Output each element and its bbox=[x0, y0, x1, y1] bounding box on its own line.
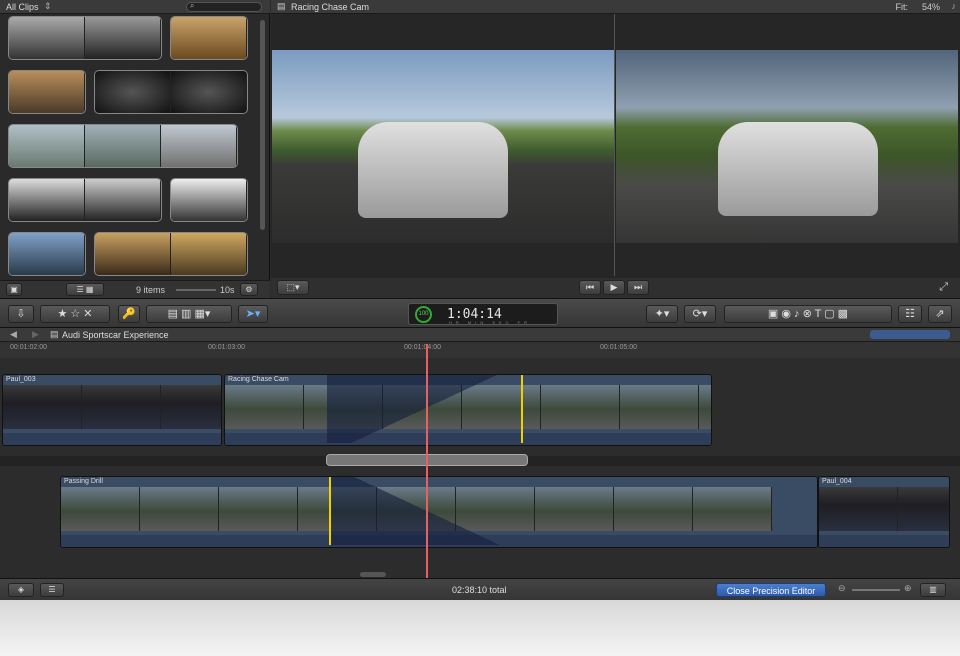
zoom-slider[interactable] bbox=[852, 589, 900, 591]
ruler-tick: 00:01:02:00 bbox=[10, 344, 47, 351]
share-icon[interactable]: ⇗ bbox=[928, 305, 952, 323]
timeline-footer: ◈ ☰ 02:38:10 total Close Precision Edito… bbox=[0, 578, 960, 600]
reflection bbox=[0, 600, 960, 656]
car-image bbox=[718, 122, 878, 216]
inspector-icon[interactable]: ☷ bbox=[898, 305, 922, 323]
timeline-scroll-handle[interactable] bbox=[360, 572, 386, 577]
project-title: Audi Sportscar Experience bbox=[62, 330, 169, 340]
search-icon: ⌕ bbox=[190, 1, 195, 10]
zoom-level[interactable]: 54% bbox=[922, 2, 940, 12]
dashboard-timecode[interactable]: 100 1:04:14 HR MIN SEC FR bbox=[408, 303, 558, 325]
project-icon: ▤ bbox=[50, 329, 59, 339]
thumbnail-size-slider[interactable] bbox=[176, 289, 216, 291]
transform-icon[interactable]: ⬚▾ bbox=[277, 280, 309, 295]
keyword-icon[interactable]: 🔑 bbox=[118, 305, 140, 323]
clip-paul-004[interactable]: Paul_004 bbox=[818, 476, 950, 548]
rating-buttons[interactable]: ★ ☆ ✕ bbox=[40, 305, 110, 323]
event-browser: All Clips ⇕ ⌕ ▣ ☰ ▦ 9 items 10s ⚙ bbox=[0, 0, 270, 298]
duration-label: 10s bbox=[220, 285, 235, 295]
ruler-tick: 00:01:03:00 bbox=[208, 344, 245, 351]
progress-ring: 100 bbox=[415, 306, 432, 323]
clip-name: Paul_004 bbox=[822, 478, 852, 485]
settings-icon[interactable]: ⚙ bbox=[240, 283, 258, 296]
view-mode-toggle[interactable]: ☰ ▦ bbox=[66, 283, 104, 296]
zoom-in-icon[interactable]: ⊕ bbox=[904, 583, 912, 594]
viewer: ▤ Racing Chase Cam Fit: 54% ♪ ⬚▾ ⏮ ▶ ⏭ ⤢ bbox=[271, 0, 960, 298]
clip-appearance-icon[interactable]: ▥ bbox=[920, 583, 946, 597]
media-browser-buttons[interactable]: ▣ ◉ ♪ ⊗ T ▢ ▩ bbox=[724, 305, 892, 323]
clip-passing-drill[interactable]: Passing Drill bbox=[60, 476, 818, 548]
list-icon[interactable]: ☰ bbox=[40, 583, 64, 597]
clip-icon: ▤ bbox=[277, 1, 286, 11]
edit-buttons[interactable]: ▤ ▥ ▦▾ bbox=[146, 305, 232, 323]
viewer-title: Racing Chase Cam bbox=[291, 2, 370, 12]
audio-icon[interactable]: ♪ bbox=[952, 1, 957, 11]
ruler-tick: 00:01:04:00 bbox=[404, 344, 441, 351]
fit-label: Fit: bbox=[895, 2, 909, 12]
retime-icon[interactable]: ⟳▾ bbox=[684, 305, 716, 323]
clip-filmstrip bbox=[3, 385, 221, 429]
browser-footer: ▣ ☰ ▦ 9 items 10s ⚙ bbox=[0, 280, 270, 298]
forward-icon[interactable]: ▶ bbox=[32, 329, 39, 340]
skip-back-icon[interactable]: ⏮ bbox=[579, 280, 601, 295]
import-icon[interactable]: ⇩ bbox=[8, 305, 34, 323]
transition-selection[interactable] bbox=[327, 375, 523, 443]
audio-waveform bbox=[3, 433, 221, 445]
clip-paul-003[interactable]: Paul_003 bbox=[2, 374, 222, 446]
clip-thumbnail[interactable] bbox=[8, 178, 162, 222]
viewer-frame-left bbox=[272, 50, 615, 243]
browser-scrollbar[interactable] bbox=[260, 20, 265, 230]
timeline-controls[interactable] bbox=[870, 330, 950, 339]
enhance-icon[interactable]: ✦▾ bbox=[646, 305, 678, 323]
clip-name: Racing Chase Cam bbox=[228, 376, 289, 383]
select-tool-icon[interactable]: ➤▾ bbox=[238, 305, 268, 323]
viewer-header: ▤ Racing Chase Cam Fit: 54% ♪ bbox=[271, 0, 960, 14]
clip-name: Paul_003 bbox=[6, 376, 36, 383]
timeline: ◀ ▶ ▤ Audi Sportscar Experience 00:01:02… bbox=[0, 328, 960, 584]
sidebar-toggle-icon[interactable]: ▣ bbox=[6, 283, 22, 296]
back-icon[interactable]: ◀ bbox=[10, 329, 17, 340]
main-toolbar: ⇩ ★ ☆ ✕ 🔑 ▤ ▥ ▦▾ ➤▾ 100 1:04:14 HR MIN S… bbox=[0, 298, 960, 328]
clip-thumbnail[interactable] bbox=[8, 16, 162, 60]
browser-title[interactable]: All Clips bbox=[6, 2, 39, 12]
clip-thumbnail[interactable] bbox=[94, 70, 248, 114]
final-cut-window: All Clips ⇕ ⌕ ▣ ☰ ▦ 9 items 10s ⚙ ▤ Raci… bbox=[0, 0, 960, 600]
clip-thumbnail[interactable] bbox=[170, 16, 248, 60]
clip-racing-chase-cam[interactable]: Racing Chase Cam bbox=[224, 374, 712, 446]
zoom-out-icon[interactable]: ⊖ bbox=[838, 583, 846, 594]
timeline-index-icon[interactable]: ◈ bbox=[8, 583, 34, 597]
audio-waveform bbox=[819, 535, 949, 547]
clip-filmstrip bbox=[819, 487, 949, 531]
total-duration: 02:38:10 total bbox=[452, 585, 507, 595]
play-icon[interactable]: ▶ bbox=[603, 280, 625, 295]
timeline-ruler[interactable]: 00:01:02:00 00:01:03:00 00:01:04:00 00:0… bbox=[0, 342, 960, 358]
timecode-units: HR MIN SEC FR bbox=[449, 320, 531, 325]
clip-name: Passing Drill bbox=[64, 478, 103, 485]
clip-thumbnail[interactable] bbox=[8, 124, 238, 168]
fullscreen-icon[interactable]: ⤢ bbox=[939, 281, 948, 294]
items-count: 9 items bbox=[136, 285, 166, 295]
search-input[interactable]: ⌕ bbox=[186, 1, 262, 12]
viewer-frame-right bbox=[616, 50, 958, 243]
ruler-tick: 00:01:05:00 bbox=[600, 344, 637, 351]
close-precision-editor-button[interactable]: Close Precision Editor bbox=[716, 583, 826, 597]
viewer-footer: ⬚▾ ⏮ ▶ ⏭ ⤢ bbox=[271, 278, 960, 298]
clip-thumbnail[interactable] bbox=[170, 178, 248, 222]
car-image bbox=[358, 122, 508, 218]
clip-thumbnail[interactable] bbox=[94, 232, 248, 276]
skip-forward-icon[interactable]: ⏭ bbox=[627, 280, 649, 295]
playhead[interactable] bbox=[426, 344, 428, 584]
clip-thumbnails bbox=[6, 14, 256, 278]
viewer-split-line bbox=[614, 14, 615, 276]
chevron-updown-icon[interactable]: ⇕ bbox=[44, 1, 52, 12]
clip-thumbnail[interactable] bbox=[8, 70, 86, 114]
timeline-header: ◀ ▶ ▤ Audi Sportscar Experience bbox=[0, 328, 960, 342]
browser-header: All Clips ⇕ ⌕ bbox=[0, 0, 270, 14]
clip-thumbnail[interactable] bbox=[8, 232, 86, 276]
